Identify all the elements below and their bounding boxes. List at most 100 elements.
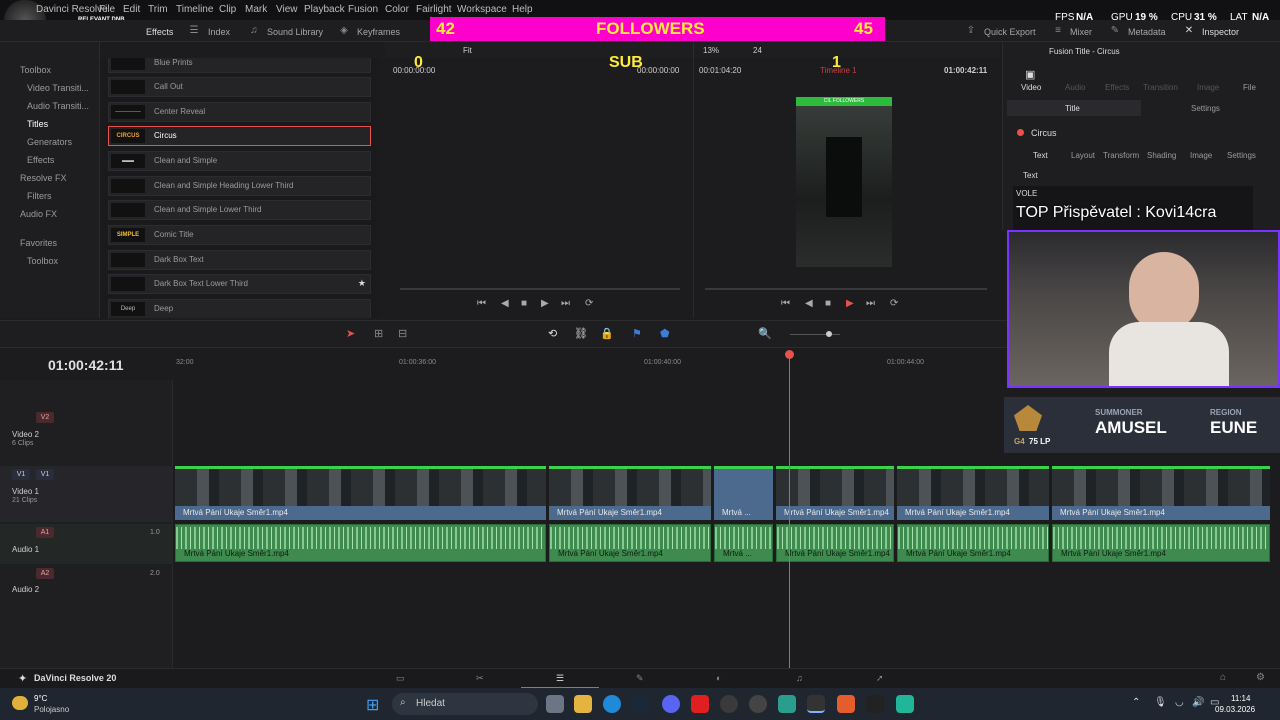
menu-view[interactable]: View: [276, 4, 298, 15]
audio-clip[interactable]: Mrtvá Pání Ukaje Směr1.mp4: [776, 524, 894, 562]
quick-export-button[interactable]: Quick Export: [984, 27, 1036, 37]
microphone-icon[interactable]: 🎙: [1154, 697, 1167, 708]
jump-end-icon[interactable]: ⏭: [561, 298, 570, 309]
trim-tool-icon[interactable]: ⊞: [374, 327, 383, 340]
category-filters[interactable]: Filters: [27, 191, 52, 201]
effects-tab[interactable]: Effects: [146, 27, 173, 37]
category-titles[interactable]: Titles: [27, 119, 48, 129]
source-scrubber[interactable]: [400, 288, 680, 290]
track-id-a1[interactable]: A1: [36, 527, 54, 538]
video-clip[interactable]: Mrtvá Pání Ukaje Směr1.mp4: [776, 466, 894, 520]
inspector-tab-effects[interactable]: Effects: [1105, 83, 1129, 92]
keyframes-tab[interactable]: Keyframes: [357, 27, 400, 37]
track-id-v1[interactable]: V1: [36, 469, 54, 480]
deliver-page-icon[interactable]: ➚: [876, 673, 884, 684]
track-patch-v1[interactable]: V1: [12, 469, 30, 480]
effect-item[interactable]: Dark Box Text: [108, 250, 371, 270]
text-tab-transform[interactable]: Transform: [1103, 151, 1139, 160]
app-orange-icon[interactable]: [837, 695, 855, 713]
edge-icon[interactable]: [603, 695, 621, 713]
app-green-icon[interactable]: [778, 695, 796, 713]
discord-icon[interactable]: [662, 695, 680, 713]
category-effects[interactable]: Effects: [27, 155, 54, 165]
media-page-icon[interactable]: ▭: [396, 673, 405, 684]
play-reverse-icon[interactable]: ◀: [501, 298, 509, 309]
app-icon[interactable]: [749, 695, 767, 713]
category-generators[interactable]: Generators: [27, 137, 72, 147]
program-loop-icon[interactable]: ⟳: [890, 298, 898, 309]
audio-clip[interactable]: Mrtvá Pání Ukaje Směr1.mp4: [897, 524, 1049, 562]
category-favorites[interactable]: Favorites: [20, 238, 57, 248]
zoom-slider-handle[interactable]: [826, 331, 832, 337]
effect-item-selected[interactable]: CIRCUS Circus: [108, 126, 371, 146]
home-icon[interactable]: ⌂: [1220, 672, 1226, 683]
category-favorites-toolbox[interactable]: Toolbox: [27, 256, 58, 266]
program-stop-icon[interactable]: ■: [825, 298, 831, 309]
menu-workspace[interactable]: Workspace: [457, 4, 507, 15]
app-menu[interactable]: Davinci Resolve: [36, 4, 108, 15]
inspector-tab-image[interactable]: Image: [1197, 83, 1219, 92]
lock-icon[interactable]: 🔒: [600, 327, 614, 340]
video-clip[interactable]: Mrtvá Pání Ukaje Směr1.mp4: [1052, 466, 1270, 520]
menu-help[interactable]: Help: [512, 4, 533, 15]
loop-icon[interactable]: ⟳: [585, 298, 593, 309]
subtab-settings[interactable]: Settings: [1191, 104, 1220, 113]
effect-item[interactable]: SIMPLE Comic Title: [108, 225, 371, 245]
wifi-icon[interactable]: ◡: [1175, 697, 1184, 708]
category-audio-transitions[interactable]: Audio Transiti...: [27, 101, 89, 111]
audio-clip[interactable]: Mrtvá ...: [714, 524, 773, 562]
category-audio-fx[interactable]: Audio FX: [20, 209, 57, 219]
mixer-tab[interactable]: Mixer: [1070, 27, 1092, 37]
menu-mark[interactable]: Mark: [245, 4, 267, 15]
index-tab[interactable]: Index: [208, 27, 230, 37]
video-clip[interactable]: Mrtvá Pání Ukaje Směr1.mp4: [549, 466, 711, 520]
effect-item[interactable]: Blue Prints: [108, 58, 371, 73]
node-enabled-icon[interactable]: [1017, 129, 1024, 136]
inspector-tab-video[interactable]: Video: [1021, 83, 1041, 92]
text-tab-text[interactable]: Text: [1033, 151, 1048, 160]
effect-item[interactable]: Call Out: [108, 77, 371, 97]
video-clip-selected[interactable]: Mrtvá ...: [714, 466, 773, 520]
effect-item[interactable]: Clean and Simple Lower Third: [108, 200, 371, 220]
task-view-icon[interactable]: [546, 695, 564, 713]
menu-clip[interactable]: Clip: [219, 4, 236, 15]
snapping-icon[interactable]: ⟲: [548, 327, 557, 340]
effect-item[interactable]: Deep Deep: [108, 299, 371, 318]
file-explorer-icon[interactable]: [574, 695, 592, 713]
effect-item[interactable]: ────── Center Reveal: [108, 102, 371, 122]
clock-time[interactable]: 11:14: [1231, 694, 1250, 703]
inspector-tab-audio[interactable]: Audio: [1065, 83, 1085, 92]
selection-tool-icon[interactable]: ➤: [346, 327, 355, 340]
clock-date[interactable]: 09.03.2026: [1215, 705, 1255, 714]
weather-icon[interactable]: [12, 696, 28, 710]
effect-item[interactable]: ▬▬ Clean and Simple: [108, 151, 371, 171]
davinci-resolve-icon[interactable]: [807, 695, 825, 713]
inspector-tab-file[interactable]: File: [1243, 83, 1256, 92]
marker-icon[interactable]: ⬟: [660, 327, 670, 340]
program-jump-end-icon[interactable]: ⏭: [866, 298, 875, 309]
effect-item[interactable]: Dark Box Text Lower Third ★: [108, 274, 371, 294]
video-clip[interactable]: Mrtvá Pání Ukaje Směr1.mp4: [897, 466, 1049, 520]
play-icon[interactable]: ▶: [541, 298, 549, 309]
cut-page-icon[interactable]: ✂: [476, 673, 484, 684]
link-icon[interactable]: ⛓: [574, 327, 588, 340]
tray-chevron-icon[interactable]: ⌃: [1132, 697, 1140, 708]
zoom-select[interactable]: 13%: [703, 46, 719, 55]
subtab-title[interactable]: Title: [1065, 104, 1080, 113]
settings-icon[interactable]: ⚙: [1256, 672, 1265, 683]
menu-timeline[interactable]: Timeline: [176, 4, 213, 15]
category-resolve-fx[interactable]: Resolve FX: [20, 173, 67, 183]
search-box[interactable]: ⌕ Hledat: [392, 693, 538, 715]
playhead[interactable]: [789, 352, 790, 668]
audio-clip[interactable]: Mrtvá Pání Ukaje Směr1.mp4: [549, 524, 711, 562]
text-tab-shading[interactable]: Shading: [1147, 151, 1176, 160]
text-tab-image[interactable]: Image: [1190, 151, 1212, 160]
audio-clip[interactable]: Mrtvá Pání Ukaje Směr1.mp4: [175, 524, 546, 562]
color-page-icon[interactable]: ◐: [716, 673, 721, 683]
steam-icon[interactable]: [632, 695, 650, 713]
track-id-v2[interactable]: V2: [36, 412, 54, 423]
audio-clip[interactable]: Mrtvá Pání Ukaje Směr1.mp4: [1052, 524, 1270, 562]
youtube-icon[interactable]: [691, 695, 709, 713]
menu-color[interactable]: Color: [385, 4, 409, 15]
text-tab-settings[interactable]: Settings: [1227, 151, 1256, 160]
